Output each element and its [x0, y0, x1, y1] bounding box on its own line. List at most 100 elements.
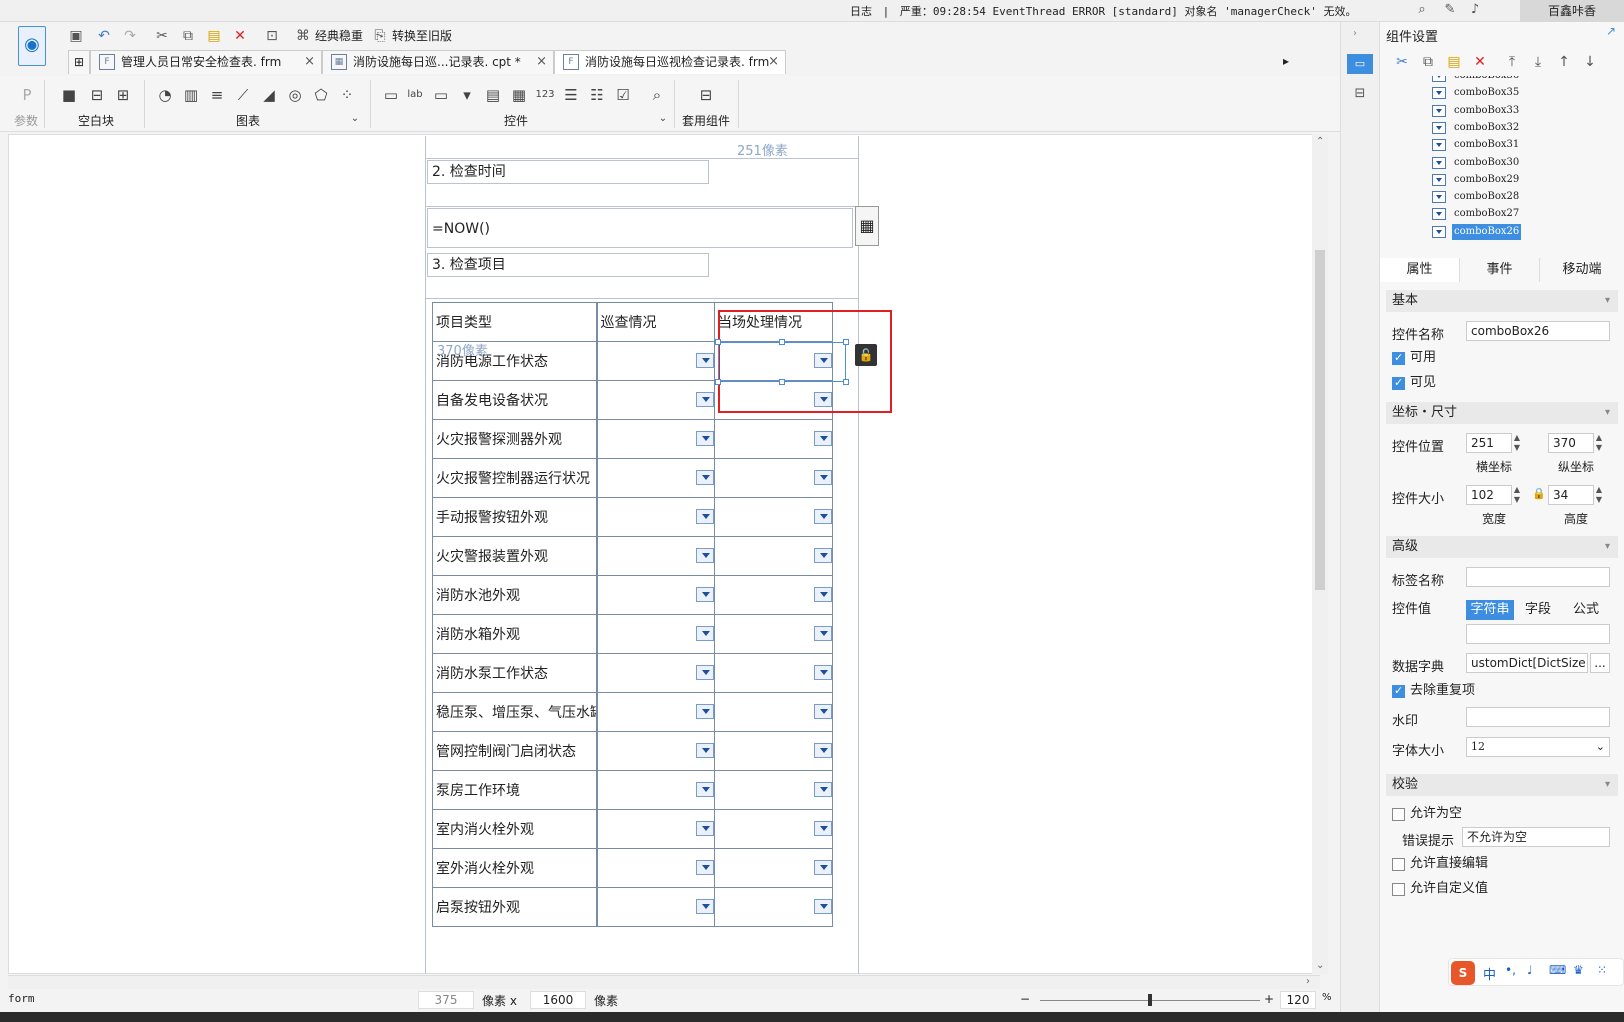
value-mode-string[interactable]: 字符串 [1466, 600, 1514, 620]
patrol-status-combobox[interactable] [596, 809, 715, 849]
spinner-icon[interactable]: ▲ ▼ [1594, 433, 1604, 453]
scroll-right-icon[interactable]: › [1306, 976, 1310, 987]
blank-block-icon[interactable]: ■ [58, 84, 80, 106]
onsite-handling-combobox[interactable] [714, 887, 833, 927]
patrol-status-combobox[interactable] [596, 692, 715, 732]
dropdown-arrow-icon[interactable] [696, 470, 714, 485]
dropdown-arrow-icon[interactable] [814, 782, 832, 797]
x-input[interactable]: 251 [1466, 433, 1512, 453]
date-field[interactable]: =NOW() [427, 208, 853, 248]
combobox[interactable] [718, 655, 832, 692]
selected-widget-outline[interactable] [718, 342, 846, 382]
notes-icon[interactable]: ✎ [1441, 2, 1459, 20]
dropdown-arrow-icon[interactable] [814, 626, 832, 641]
widget-settings-icon[interactable]: ▭ [1347, 54, 1373, 74]
onsite-handling-combobox[interactable] [714, 692, 833, 732]
dropdown-arrow-icon[interactable] [696, 665, 714, 680]
height-input[interactable]: 1600 [530, 991, 586, 1009]
combobox[interactable] [601, 577, 714, 614]
dropdown-arrow-icon[interactable] [696, 860, 714, 875]
date-widget-icon[interactable]: ▤ [482, 84, 504, 106]
onsite-handling-combobox[interactable] [714, 419, 833, 459]
patrol-status-combobox[interactable] [596, 341, 715, 381]
dropdown-arrow-icon[interactable] [696, 821, 714, 836]
height-field[interactable]: 34 [1548, 485, 1594, 505]
textarea-widget-icon[interactable]: ☰ [560, 84, 582, 106]
tag-name-input[interactable] [1466, 567, 1610, 587]
combobox[interactable] [601, 811, 714, 848]
combobox[interactable] [601, 889, 714, 926]
item-type-cell[interactable]: 室内消火栓外观 [432, 809, 598, 849]
patrol-status-combobox[interactable] [596, 887, 715, 927]
allow-custom-checkbox[interactable]: 允许自定义值 [1392, 881, 1488, 897]
combobox[interactable] [718, 811, 832, 848]
dropdown-arrow-icon[interactable] [696, 431, 714, 446]
onsite-handling-combobox[interactable] [714, 731, 833, 771]
tab-document-2[interactable]: ▦ 消防设施每日巡...记录表. cpt * × [322, 50, 554, 74]
combobox[interactable] [601, 382, 714, 419]
bar-chart-icon[interactable]: ▥ [180, 84, 202, 106]
patrol-status-combobox[interactable] [596, 848, 715, 888]
combobox[interactable] [718, 616, 832, 653]
pin-icon[interactable]: ↗ [1606, 24, 1616, 38]
resize-handle[interactable] [715, 379, 721, 385]
label-widget-icon[interactable]: ▭ [380, 84, 402, 106]
section-advanced[interactable]: 高级 ▾ [1386, 536, 1618, 558]
onsite-handling-combobox[interactable] [714, 614, 833, 654]
line-chart-icon[interactable]: ⟋ [232, 84, 254, 106]
dropdown-arrow-icon[interactable] [696, 782, 714, 797]
onsite-handling-combobox[interactable] [714, 497, 833, 537]
combobox[interactable] [718, 499, 832, 536]
resize-handle[interactable] [843, 379, 849, 385]
search-widget-icon[interactable]: ⌕ [646, 84, 668, 106]
patrol-status-combobox[interactable] [596, 614, 715, 654]
ime-language[interactable]: 中 [1483, 964, 1496, 983]
enabled-checkbox[interactable]: 可用 [1392, 350, 1436, 366]
tab-block-icon[interactable]: ⊟ [86, 84, 108, 106]
dropdown-arrow-icon[interactable] [696, 509, 714, 524]
paste-icon[interactable]: ▤ [204, 26, 224, 46]
check-time-label[interactable]: 2. 检查时间 [427, 160, 709, 184]
combobox[interactable] [718, 694, 832, 731]
combobox[interactable] [718, 421, 832, 458]
onsite-handling-combobox[interactable] [714, 575, 833, 615]
table-widget-icon[interactable]: ▦ [508, 84, 530, 106]
close-icon[interactable]: × [536, 51, 547, 73]
combobox[interactable] [718, 733, 832, 770]
width-input[interactable]: 375 [418, 991, 474, 1009]
item-type-cell[interactable]: 火灾警报装置外观 [432, 536, 598, 576]
dropdown-arrow-icon[interactable] [696, 392, 714, 407]
delete-icon[interactable]: ✕ [1470, 52, 1490, 72]
classic-style-icon[interactable]: ⌘ [293, 26, 313, 46]
number-widget-icon[interactable]: 123 [534, 84, 556, 106]
patrol-status-combobox[interactable] [596, 575, 715, 615]
user-name[interactable]: 百鑫咔香 [1520, 0, 1624, 22]
dedupe-checkbox[interactable]: 去除重复项 [1392, 683, 1475, 699]
resize-handle[interactable] [715, 339, 721, 345]
dropdown-arrow-icon[interactable] [814, 665, 832, 680]
item-type-cell[interactable]: 稳压泵、增压泵、气压水罐 [432, 692, 598, 732]
value-mode-field[interactable]: 字段 [1514, 600, 1562, 620]
data-dict-more-button[interactable]: ... [1590, 653, 1610, 673]
tab-grid-icon[interactable]: ⊞ [68, 50, 90, 74]
combobox[interactable] [601, 733, 714, 770]
check-items-label[interactable]: 3. 检查项目 [427, 253, 709, 277]
combobox[interactable] [601, 421, 714, 458]
combobox[interactable] [718, 538, 832, 575]
combobox[interactable] [601, 772, 714, 809]
patrol-status-combobox[interactable] [596, 497, 715, 537]
combobox[interactable] [718, 460, 832, 497]
apps-icon[interactable]: ⁙ [1597, 963, 1607, 977]
combobox[interactable] [601, 616, 714, 653]
move-up-icon[interactable]: ↑ [1554, 52, 1574, 72]
combobox[interactable] [601, 343, 714, 380]
copy-icon[interactable]: ⧉ [178, 26, 198, 46]
item-type-cell[interactable]: 消防水池外观 [432, 575, 598, 615]
patrol-status-combobox[interactable] [596, 380, 715, 420]
convert-icon[interactable]: ⎘ [370, 26, 390, 46]
tab-document-1[interactable]: F 管理人员日常安全检查表. frm × [90, 50, 322, 74]
chevron-down-icon[interactable]: ⌄ [652, 108, 674, 130]
redo-icon[interactable]: ↷ [120, 26, 140, 46]
gauge-chart-icon[interactable]: ◎ [284, 84, 306, 106]
dropdown-arrow-icon[interactable] [814, 704, 832, 719]
